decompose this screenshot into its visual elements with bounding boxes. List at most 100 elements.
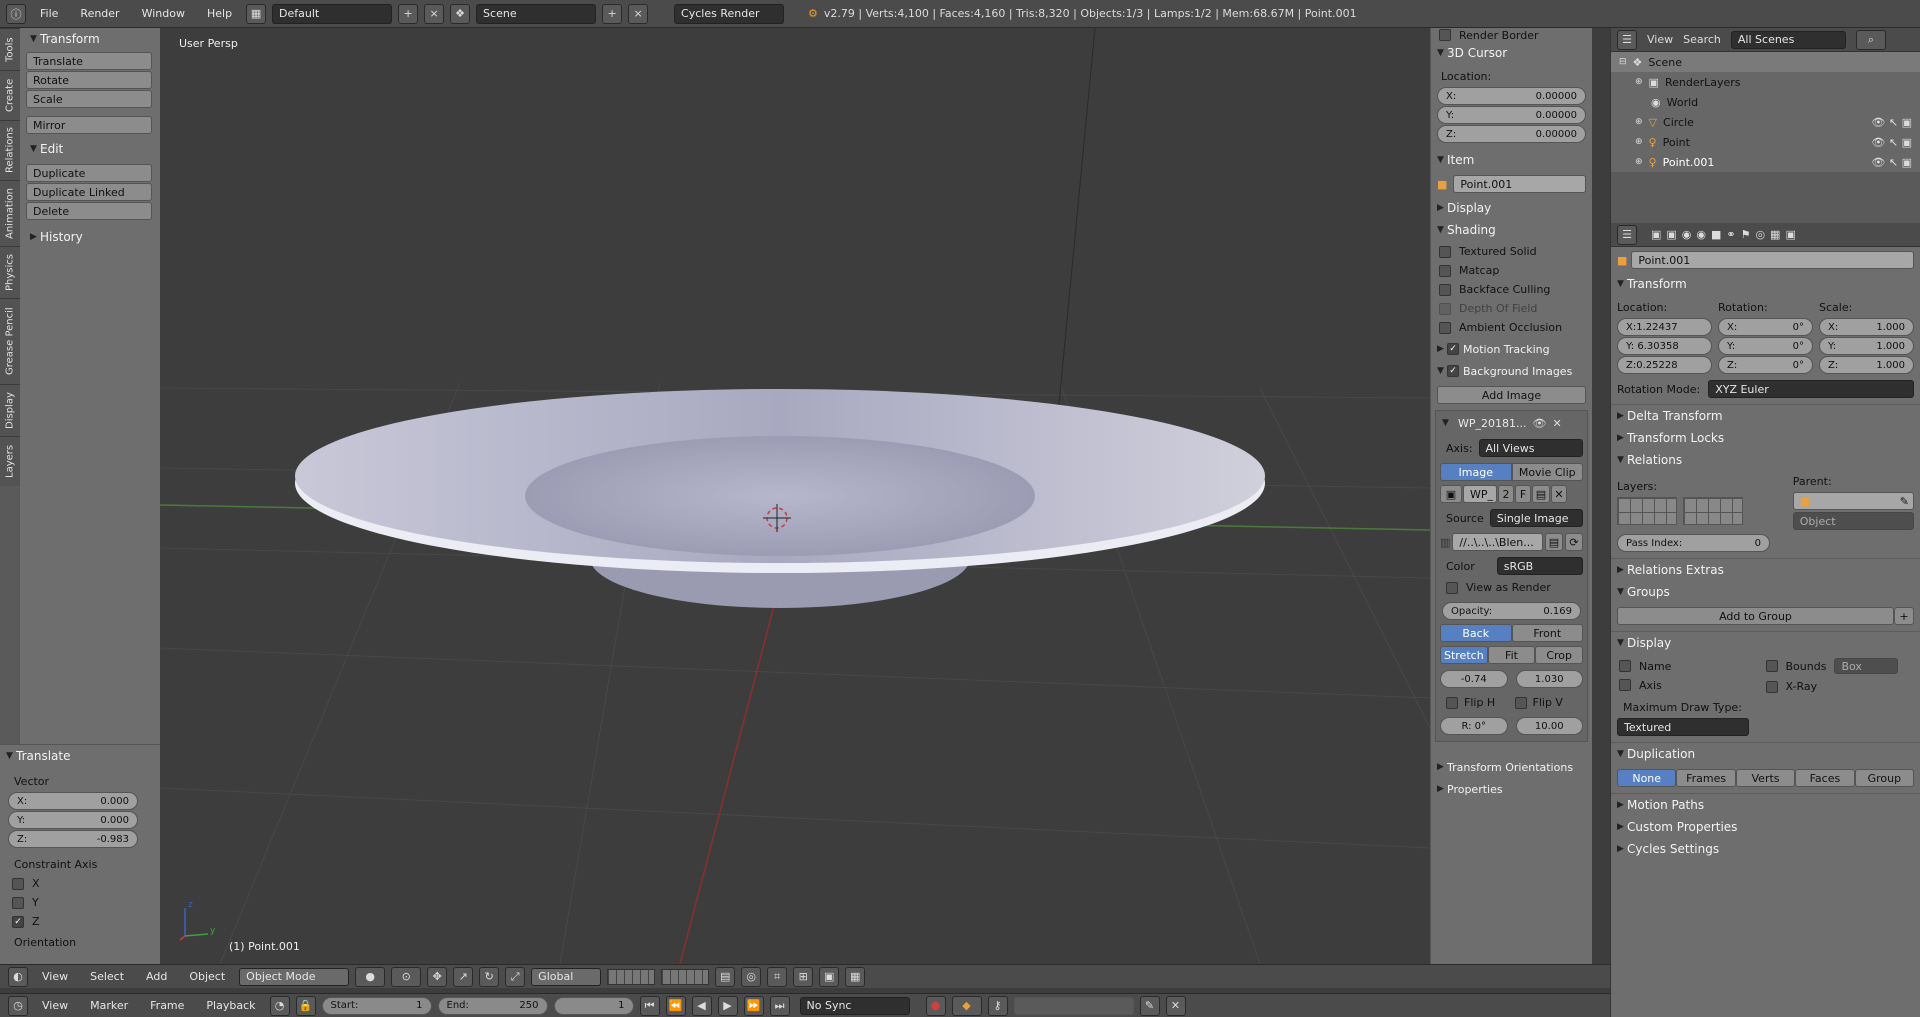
translate-manip-icon[interactable]: ↗ <box>453 966 474 987</box>
outliner-row-scene[interactable]: ⊟ ❖ Scene <box>1611 52 1920 72</box>
sync-mode-select[interactable]: No Sync <box>799 996 910 1015</box>
layout-close-icon[interactable]: × <box>424 3 445 24</box>
point001-visibility-icon[interactable]: 👁 ↖ ▣ <box>1871 156 1912 169</box>
delete-button[interactable]: Delete <box>26 202 152 220</box>
view-as-render-check[interactable]: View as Render <box>1438 575 1585 594</box>
opengl-render-icon[interactable]: ▣ <box>819 966 840 987</box>
outliner-search-menu[interactable]: Search <box>1683 33 1721 46</box>
point-visibility-icon[interactable]: 👁 ↖ ▣ <box>1871 136 1912 149</box>
loc-y-field[interactable]: Y: 6.30358 <box>1617 337 1712 355</box>
remove-bg-icon[interactable]: ✕ <box>1552 417 1561 430</box>
stretch-button[interactable]: Stretch <box>1440 646 1488 664</box>
backface-culling-check[interactable]: Backface Culling <box>1431 277 1592 296</box>
keyingset-icon[interactable]: ⚷ <box>987 995 1008 1016</box>
textured-solid-check[interactable]: Textured Solid <box>1431 241 1592 258</box>
duplicate-button[interactable]: Duplicate <box>26 164 152 182</box>
play-icon[interactable]: ▶ <box>717 995 738 1016</box>
layout-add-icon[interactable]: + <box>398 3 419 24</box>
vector-x-field[interactable]: X: 0.000 <box>8 792 138 810</box>
transform-orientation-select[interactable]: Global <box>531 967 602 986</box>
start-frame-field[interactable]: Start: 1 <box>321 996 432 1015</box>
display-panel-header[interactable]: ▶ Display <box>1431 197 1592 219</box>
scene-close-icon[interactable]: × <box>628 3 649 24</box>
manipulator-toggle-icon[interactable]: ✥ <box>427 966 448 987</box>
lock-layers-icon[interactable]: ▤ <box>715 966 736 987</box>
render-engine-select[interactable]: Cycles Render <box>674 3 785 24</box>
menu-file[interactable]: File <box>32 7 66 20</box>
duplicate-linked-button[interactable]: Duplicate Linked <box>26 183 152 201</box>
offset-x-field[interactable]: -0.74 <box>1440 670 1508 688</box>
shading-panel-header[interactable]: ▼ Shading <box>1431 219 1592 241</box>
end-frame-field[interactable]: End: 250 <box>437 996 548 1015</box>
menu-render[interactable]: Render <box>72 7 127 20</box>
outliner-row-point001[interactable]: ⊕ ♀ Point.001 👁 ↖ ▣ <box>1611 152 1920 172</box>
tab-create[interactable]: Create <box>0 70 20 120</box>
matcap-check[interactable]: Matcap <box>1431 258 1592 277</box>
reload-icon[interactable]: ⟳ <box>1565 533 1583 551</box>
motion-tracking-header[interactable]: ▶ ✓ Motion Tracking <box>1431 338 1592 360</box>
scl-z-field[interactable]: Z: 1.000 <box>1819 356 1914 374</box>
auto-key-icon[interactable]: ● <box>925 995 946 1016</box>
cycles-settings-header[interactable]: ▶ Cycles Settings <box>1611 838 1920 860</box>
constraint-z[interactable]: ✓ Z <box>0 909 160 928</box>
parent-field[interactable]: ■ ✎ <box>1792 492 1914 510</box>
rot-x-field[interactable]: X: 0° <box>1718 318 1813 336</box>
source-select[interactable]: Single Image <box>1489 509 1583 527</box>
relations-extras-header[interactable]: ▶ Relations Extras <box>1611 559 1920 581</box>
rotate-manip-icon[interactable]: ↻ <box>479 966 500 987</box>
browse-file-icon[interactable]: ▤ <box>1545 533 1563 551</box>
rot-z-field[interactable]: Z: 0° <box>1718 356 1813 374</box>
3d-menu-view[interactable]: View <box>34 970 76 983</box>
3d-menu-add[interactable]: Add <box>138 970 175 983</box>
tl-menu-playback[interactable]: Playback <box>198 999 263 1012</box>
cursor-z-field[interactable]: Z: 0.00000 <box>1437 125 1586 143</box>
opacity-field[interactable]: Opacity: 0.169 <box>1442 602 1581 620</box>
image-users[interactable]: 2 <box>1498 485 1514 503</box>
dup-faces-button[interactable]: Faces <box>1795 769 1855 787</box>
axis-select[interactable]: All Views <box>1478 439 1583 457</box>
transform-panel-header[interactable]: ▼ Transform <box>24 28 154 50</box>
outliner-row-circle[interactable]: ⊕ ▽ Circle 👁 ↖ ▣ <box>1611 112 1920 132</box>
cursor-panel-header[interactable]: ▼ 3D Cursor <box>1431 42 1592 64</box>
outliner-display-mode[interactable]: All Scenes <box>1730 30 1846 49</box>
add-image-button[interactable]: Add Image <box>1437 386 1586 404</box>
transform-locks-header[interactable]: ▶ Transform Locks <box>1611 427 1920 449</box>
3d-menu-object[interactable]: Object <box>181 970 233 983</box>
outliner-search-icon[interactable]: ⌕ <box>1855 29 1886 50</box>
edit-panel-header[interactable]: ▼ Edit <box>24 138 154 160</box>
info-editor-icon[interactable]: ⓘ <box>6 3 26 24</box>
flip-h-check[interactable]: Flip H <box>1446 696 1509 709</box>
properties-subpanel-header[interactable]: ▶ Properties <box>1431 778 1592 800</box>
context-tab-icons[interactable]: ▣▣◉◉■⚭⚑◎▦▣ <box>1651 228 1801 241</box>
loc-z-field[interactable]: Z:0.25228 <box>1617 356 1712 374</box>
eye-icon[interactable]: 👁 <box>1533 417 1547 430</box>
rotation-mode-select[interactable]: XYZ Euler <box>1708 380 1914 398</box>
scale-button[interactable]: Scale <box>26 90 152 108</box>
loc-x-field[interactable]: X:1.22437 <box>1617 318 1712 336</box>
duplication-header[interactable]: ▼ Duplication <box>1611 743 1920 765</box>
properties-editor-icon[interactable]: ☰ <box>1617 224 1637 245</box>
relations-header[interactable]: ▼ Relations <box>1611 449 1920 471</box>
jump-start-icon[interactable]: ⏮ <box>639 995 660 1016</box>
snap-toggle-icon[interactable]: ⌗ <box>767 966 788 987</box>
insert-keyframe-icon[interactable]: ✎ <box>1139 995 1160 1016</box>
dup-frames-button[interactable]: Frames <box>1676 769 1736 787</box>
display-bounds-check[interactable]: Bounds Box <box>1765 658 1913 674</box>
add-to-group-button[interactable]: Add to Group <box>1617 607 1894 625</box>
3d-editor-icon[interactable]: ◐ <box>8 966 28 987</box>
dup-verts-button[interactable]: Verts <box>1735 769 1796 787</box>
outliner-editor-icon[interactable]: ☰ <box>1617 29 1637 50</box>
current-frame-field[interactable]: 1 <box>553 996 634 1015</box>
display-axis-check[interactable]: Axis <box>1619 679 1766 692</box>
layout-icon[interactable]: ▦ <box>246 3 267 24</box>
bg-entry-collapse-icon[interactable]: ▼ <box>1442 418 1452 428</box>
display-name-check[interactable]: Name <box>1619 660 1766 673</box>
crop-button[interactable]: Crop <box>1535 646 1584 664</box>
object-name-field[interactable]: Point.001 <box>1631 251 1914 269</box>
scl-y-field[interactable]: Y: 1.000 <box>1819 337 1914 355</box>
open-image-icon[interactable]: ▤ <box>1532 485 1550 503</box>
unlink-image-icon[interactable]: ✕ <box>1551 485 1567 503</box>
dup-group-button[interactable]: Group <box>1854 769 1915 787</box>
render-border-row[interactable]: Render Border <box>1431 28 1592 42</box>
item-panel-header[interactable]: ▼ Item <box>1431 149 1592 171</box>
